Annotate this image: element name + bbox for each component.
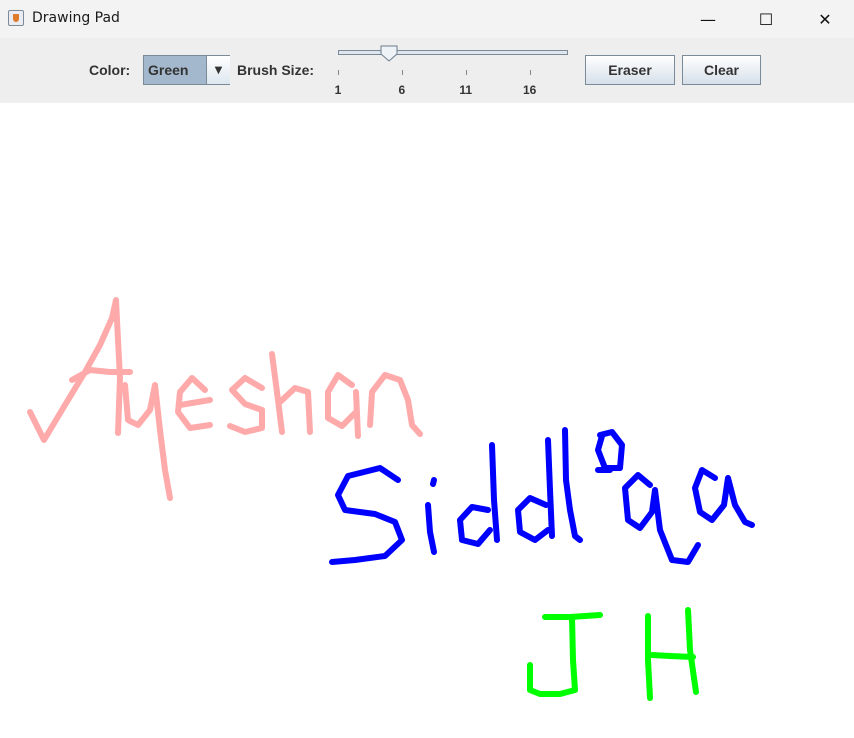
- siddiqa-signature: [329, 427, 755, 565]
- chevron-down-icon[interactable]: ▼: [206, 56, 230, 84]
- slider-tick-label: 6: [398, 83, 406, 97]
- maximize-button[interactable]: ☐: [737, 0, 795, 38]
- slider-tick: [338, 70, 339, 75]
- eraser-button[interactable]: Eraser: [585, 55, 675, 85]
- jh-initials: [527, 607, 699, 701]
- maximize-icon: ☐: [758, 9, 774, 29]
- slider-track[interactable]: [338, 50, 568, 55]
- close-icon: ✕: [818, 9, 832, 29]
- slider-tick: [529, 70, 531, 75]
- color-label: Color:: [89, 62, 131, 78]
- window-title: Drawing Pad: [32, 10, 120, 26]
- color-dropdown-value: Green: [144, 56, 206, 84]
- clear-button[interactable]: Clear: [682, 55, 761, 85]
- brush-size-slider[interactable]: 1 6 11 16: [334, 42, 570, 100]
- ayesha-signature: [27, 297, 423, 501]
- minimize-icon: —: [700, 9, 716, 29]
- slider-tick: [401, 70, 403, 75]
- close-button[interactable]: ✕: [796, 0, 854, 38]
- java-app-icon: [8, 10, 24, 26]
- slider-tick-label: 16: [522, 83, 537, 97]
- title-bar: Drawing Pad — ☐ ✕: [0, 0, 854, 38]
- minimize-button[interactable]: —: [679, 0, 737, 38]
- drawing-canvas[interactable]: [0, 103, 854, 738]
- slider-tick-label: 1: [334, 83, 342, 97]
- slider-tick-label: 11: [459, 83, 473, 97]
- slider-thumb[interactable]: [380, 45, 398, 62]
- color-dropdown[interactable]: Green ▼: [143, 55, 230, 85]
- slider-tick: [465, 70, 467, 75]
- brush-size-label: Brush Size:: [237, 62, 315, 78]
